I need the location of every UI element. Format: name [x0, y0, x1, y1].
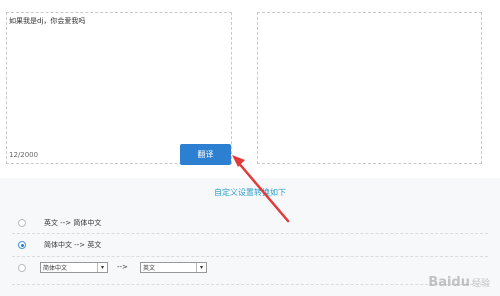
radio-en-to-zh[interactable] — [18, 219, 26, 227]
result-textarea[interactable] — [257, 12, 482, 164]
from-language-select[interactable]: 简体中文 ▾ — [40, 262, 108, 273]
option-label: 英文 --> 简体中文 — [44, 219, 102, 227]
translate-button[interactable]: 翻译 — [180, 144, 231, 165]
chevron-down-icon: ▾ — [97, 263, 107, 272]
radio-custom[interactable] — [18, 264, 26, 272]
option-custom[interactable]: 简体中文 ▾ --> 英文 ▾ — [0, 259, 500, 279]
divider — [12, 233, 488, 234]
watermark-text: Baidu — [428, 275, 470, 290]
custom-settings-title: 自定义设置转换如下 — [214, 188, 286, 197]
option-en-to-zh[interactable]: 英文 --> 简体中文 — [0, 214, 500, 234]
baidu-watermark: Baidu 经验 — [428, 275, 490, 290]
to-language-value: 英文 — [143, 265, 156, 272]
from-language-value: 简体中文 — [43, 265, 68, 272]
watermark-sub: 经验 — [471, 279, 490, 289]
arrow-text: --> — [117, 263, 128, 271]
char-count: 12/2000 — [9, 151, 39, 159]
chevron-down-icon: ▾ — [196, 263, 206, 272]
divider — [12, 256, 488, 257]
option-zh-to-en[interactable]: 简体中文 --> 英文 — [0, 236, 500, 256]
source-text: 如果我是dj，你会爱我吗 — [9, 17, 86, 25]
to-language-select[interactable]: 英文 ▾ — [140, 262, 207, 273]
translation-panel: 如果我是dj，你会爱我吗 12/2000 翻译 — [0, 0, 500, 178]
source-textarea[interactable]: 如果我是dj，你会爱我吗 12/2000 — [6, 12, 232, 164]
option-label: 简体中文 --> 英文 — [44, 241, 102, 249]
radio-zh-to-en[interactable] — [18, 241, 26, 249]
divider — [12, 284, 488, 285]
